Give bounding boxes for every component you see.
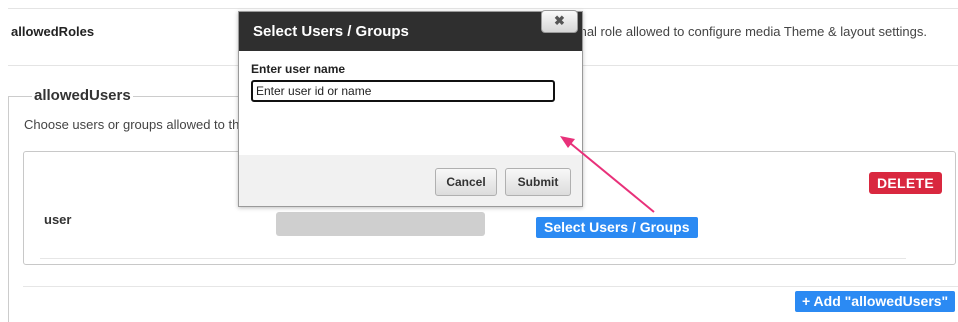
cancel-button[interactable]: Cancel xyxy=(435,168,497,196)
add-allowed-users-button[interactable]: + Add "allowedUsers" xyxy=(795,291,956,312)
select-users-groups-button[interactable]: Select Users / Groups xyxy=(536,217,698,238)
allowed-users-description: Choose users or groups allowed to them xyxy=(24,117,258,132)
user-search-input[interactable] xyxy=(251,80,555,102)
allowed-roles-description: mal role allowed to configure media Them… xyxy=(576,24,927,39)
submit-button[interactable]: Submit xyxy=(505,168,571,196)
user-value-field[interactable] xyxy=(276,212,485,236)
divider xyxy=(23,286,958,287)
fieldset-border xyxy=(128,96,238,97)
fieldset-border xyxy=(8,96,32,97)
dialog-header: Select Users / Groups xyxy=(239,12,582,51)
user-field-label: user xyxy=(44,212,72,227)
divider xyxy=(40,258,906,259)
allowed-users-legend: allowedUsers xyxy=(32,87,133,104)
fieldset-border xyxy=(8,96,9,322)
user-name-label: Enter user name xyxy=(251,62,346,76)
select-users-dialog: Select Users / Groups Enter user name Ca… xyxy=(238,10,583,207)
delete-button[interactable]: DELETE xyxy=(869,172,943,194)
close-icon[interactable]: ✖ xyxy=(541,10,578,33)
dialog-title: Select Users / Groups xyxy=(253,23,409,40)
divider xyxy=(8,8,958,9)
allowed-roles-label: allowedRoles xyxy=(11,24,95,39)
